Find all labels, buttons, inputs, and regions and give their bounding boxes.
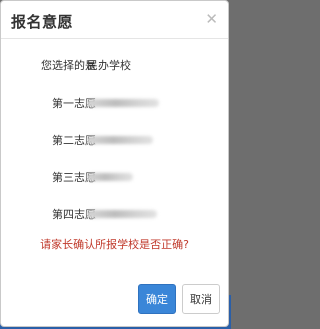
choice-confirm-dialog: 报名意愿 ✕ 您选择的是 民办学校 第一志愿 第二志愿 第三志愿 第四志愿 请家… (0, 0, 229, 327)
first-choice-value-redacted (87, 99, 159, 107)
confirm-message: 请家长确认所报学校是否正确? (40, 238, 189, 251)
fourth-choice-row: 第四志愿 (1, 206, 228, 222)
first-choice-row: 第一志愿 (1, 95, 228, 111)
confirm-button[interactable]: 确定 (138, 284, 176, 314)
dialog-header: 报名意愿 ✕ (1, 1, 228, 39)
school-type-row: 您选择的是 民办学校 (1, 57, 228, 73)
close-icon[interactable]: ✕ (205, 10, 218, 28)
third-choice-row: 第三志愿 (1, 169, 228, 185)
second-choice-value-redacted (87, 136, 153, 144)
third-choice-value-redacted (87, 173, 133, 181)
dialog-title: 报名意愿 (11, 13, 74, 31)
school-type-value: 民办学校 (87, 59, 131, 72)
fourth-choice-value-redacted (87, 210, 157, 218)
second-choice-row: 第二志愿 (1, 132, 228, 148)
cancel-button[interactable]: 取消 (182, 284, 220, 314)
